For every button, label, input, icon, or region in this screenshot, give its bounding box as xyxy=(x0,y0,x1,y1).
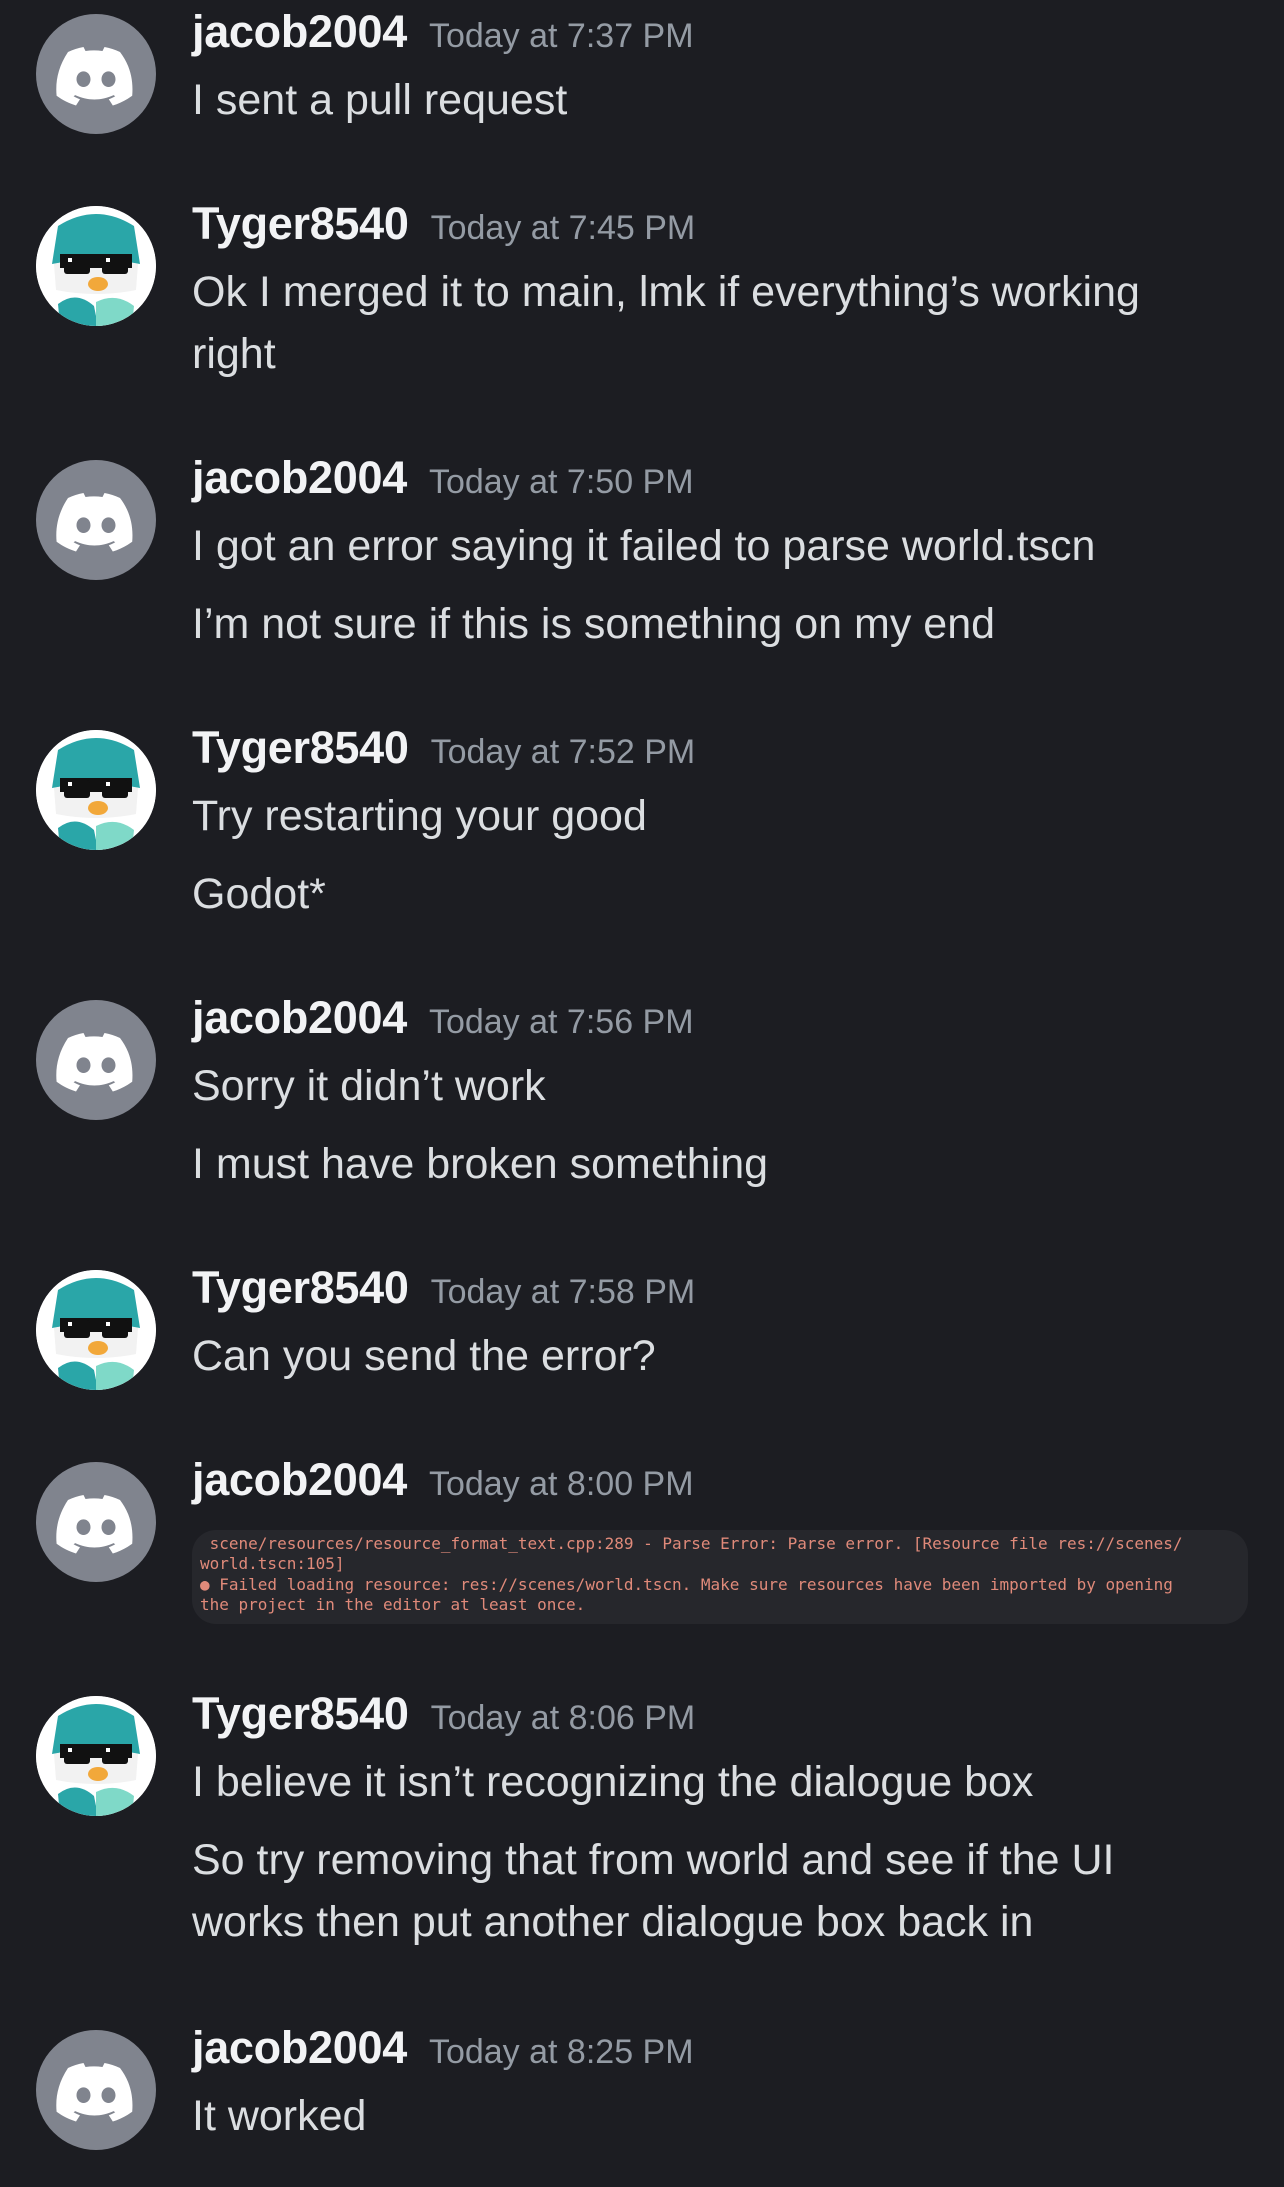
username[interactable]: Tyger8540 xyxy=(192,198,409,249)
timestamp: Today at 7:58 PM xyxy=(430,1273,696,1311)
message-header: jacob2004 Today at 8:25 PM xyxy=(192,2022,694,2074)
avatar-discord-icon[interactable] xyxy=(36,14,156,134)
message-text: right xyxy=(192,330,276,378)
avatar-penguin-icon[interactable] xyxy=(36,1270,156,1390)
message-header: jacob2004 Today at 7:56 PM xyxy=(192,992,694,1044)
message-header: Tyger8540 Today at 7:45 PM xyxy=(192,198,695,250)
error-line: world.tscn:105] xyxy=(200,1554,345,1573)
message-text: Godot* xyxy=(192,870,326,918)
avatar-discord-icon[interactable] xyxy=(36,2030,156,2150)
error-screenshot-attachment[interactable]: scene/resources/resource_format_text.cpp… xyxy=(192,1530,1248,1624)
error-line: scene/resources/resource_format_text.cpp… xyxy=(200,1534,1183,1553)
avatar-discord-icon[interactable] xyxy=(36,460,156,580)
timestamp: Today at 8:25 PM xyxy=(428,2033,694,2071)
message-text: I sent a pull request xyxy=(192,76,568,124)
message-header: jacob2004 Today at 7:37 PM xyxy=(192,6,694,58)
timestamp: Today at 7:52 PM xyxy=(430,733,696,771)
message-text: I believe it isn’t recognizing the dialo… xyxy=(192,1758,1034,1806)
timestamp: Today at 7:56 PM xyxy=(428,1003,694,1041)
timestamp: Today at 8:06 PM xyxy=(430,1699,696,1737)
username[interactable]: Tyger8540 xyxy=(192,722,409,773)
username[interactable]: jacob2004 xyxy=(192,992,407,1043)
message-text: Sorry it didn’t work xyxy=(192,1062,546,1110)
message-text: works then put another dialogue box back… xyxy=(192,1898,1034,1946)
message-header: jacob2004 Today at 8:00 PM xyxy=(192,1454,694,1506)
username[interactable]: Tyger8540 xyxy=(192,1262,409,1313)
message-header: Tyger8540 Today at 8:06 PM xyxy=(192,1688,695,1740)
avatar-discord-icon[interactable] xyxy=(36,1000,156,1120)
message-text: Try restarting your good xyxy=(192,792,647,840)
message-text: I’m not sure if this is something on my … xyxy=(192,600,996,648)
username[interactable]: jacob2004 xyxy=(192,2022,407,2073)
message-text: I got an error saying it failed to parse… xyxy=(192,522,1096,570)
message-text: It worked xyxy=(192,2092,367,2140)
timestamp: Today at 8:00 PM xyxy=(428,1465,694,1503)
avatar-penguin-icon[interactable] xyxy=(36,730,156,850)
message-text: I must have broken something xyxy=(192,1140,769,1188)
message-header: jacob2004 Today at 7:50 PM xyxy=(192,452,694,504)
error-line: the project in the editor at least once. xyxy=(200,1595,586,1614)
username[interactable]: jacob2004 xyxy=(192,452,407,503)
message-header: Tyger8540 Today at 7:58 PM xyxy=(192,1262,695,1314)
timestamp: Today at 7:45 PM xyxy=(430,209,696,247)
username[interactable]: jacob2004 xyxy=(192,1454,407,1505)
timestamp: Today at 7:50 PM xyxy=(428,463,694,501)
avatar-discord-icon[interactable] xyxy=(36,1462,156,1582)
message-header: Tyger8540 Today at 7:52 PM xyxy=(192,722,695,774)
username[interactable]: Tyger8540 xyxy=(192,1688,409,1739)
username[interactable]: jacob2004 xyxy=(192,6,407,57)
avatar-penguin-icon[interactable] xyxy=(36,206,156,326)
message-text: Can you send the error? xyxy=(192,1332,656,1380)
message-text: Ok I merged it to main, lmk if everythin… xyxy=(192,268,1140,316)
avatar-penguin-icon[interactable] xyxy=(36,1696,156,1816)
message-text: So try removing that from world and see … xyxy=(192,1836,1115,1884)
error-line: ● Failed loading resource: res://scenes/… xyxy=(200,1575,1173,1594)
timestamp: Today at 7:37 PM xyxy=(428,17,694,55)
